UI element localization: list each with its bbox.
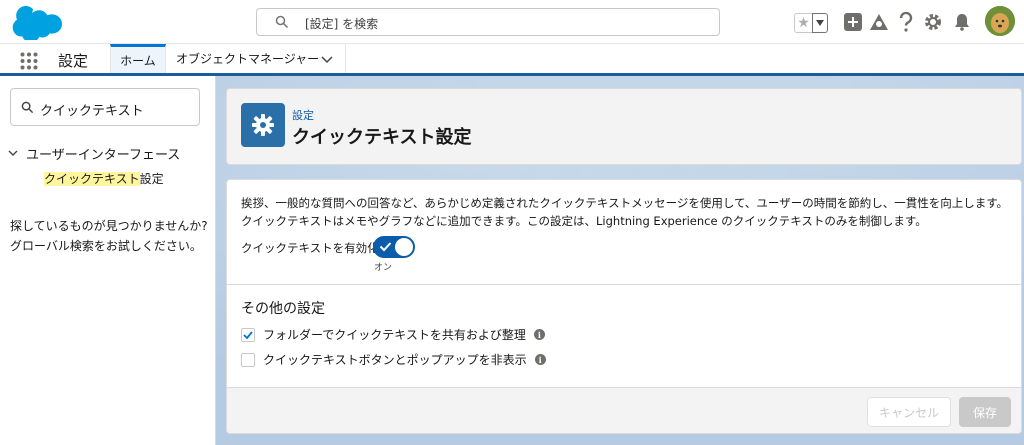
tree-item-user-interface[interactable]: ユーザーインターフェース [8, 144, 180, 163]
search-icon [275, 15, 289, 29]
search-icon [21, 101, 34, 114]
avatar[interactable] [985, 6, 1015, 36]
gear-icon[interactable] [923, 12, 943, 32]
quick-find-input[interactable]: クイックテキスト [10, 88, 200, 126]
search-highlight: クイックテキスト [44, 172, 140, 186]
toggle-knob [395, 238, 413, 256]
not-found-line2[interactable]: グローバル検索をお試しください。 [10, 236, 210, 256]
share-folders-label: フォルダーでクイックテキストを共有および整理 [263, 328, 526, 342]
tree-item-quick-text-settings[interactable]: クイックテキスト設定 [44, 170, 164, 187]
tree-item-label-rest: 設定 [139, 172, 164, 186]
global-search-input[interactable]: [設定] を検索 [256, 8, 720, 36]
info-icon[interactable]: i [534, 354, 546, 365]
section-title: その他の設定 [241, 301, 325, 317]
page-title: クイックテキスト設定 [292, 127, 472, 148]
hide-button-label: クイックテキストボタンとポップアップを非表示 [263, 353, 527, 367]
app-launcher-icon[interactable] [20, 52, 38, 70]
salesforce-logo[interactable] [11, 4, 63, 43]
app-name: 設定 [58, 52, 89, 70]
info-icon[interactable]: i [533, 329, 545, 340]
trailhead-icon[interactable] [869, 12, 889, 32]
favorites-menu-button[interactable] [812, 13, 828, 33]
enable-quick-text-toggle[interactable] [373, 236, 415, 258]
tab-object-manager[interactable]: オブジェクトマネージャー [166, 44, 346, 73]
chevron-down-icon[interactable] [8, 146, 18, 161]
check-icon [243, 330, 253, 339]
bell-icon[interactable] [952, 12, 972, 32]
not-found-line1: 探しているものが見つかりませんか? [10, 219, 208, 233]
divider [227, 284, 1021, 285]
favorites-star-icon[interactable]: ★ [794, 13, 812, 33]
page-header: 設定 クイックテキスト設定 [226, 88, 1022, 165]
help-icon[interactable] [896, 12, 916, 32]
tree-item-user-interface-label: ユーザーインターフェース [26, 148, 181, 163]
settings-card: 挨拶、一般的な質問への回答など、あらかじめ定義されたクイックテキストメッセージを… [226, 179, 1022, 434]
share-folders-checkbox[interactable] [241, 327, 255, 342]
favorites-group: ★ [794, 13, 830, 33]
chevron-down-icon [816, 20, 824, 26]
check-icon [379, 240, 392, 256]
context-bar: 設定 ホーム オブジェクトマネージャー [0, 44, 1024, 76]
search-placeholder: [設定] を検索 [305, 17, 379, 31]
save-button[interactable]: 保存 [959, 397, 1011, 427]
quick-find-value: クイックテキスト [40, 104, 144, 119]
hide-button-checkbox[interactable] [241, 352, 255, 367]
description-text: 挨拶、一般的な質問への回答など、あらかじめ定義されたクイックテキストメッセージを… [241, 196, 1009, 228]
checkbox-row-share-folders: フォルダーでクイックテキストを共有および整理 i [241, 326, 545, 343]
setup-sidebar: クイックテキスト ユーザーインターフェース クイックテキスト設定 探しているもの… [0, 76, 216, 445]
cancel-button[interactable]: キャンセル [867, 397, 951, 427]
checkbox-row-hide-button: クイックテキストボタンとポップアップを非表示 i [241, 351, 546, 368]
tab-home[interactable]: ホーム [110, 44, 166, 73]
add-icon[interactable] [843, 12, 863, 32]
toggle-state-label: オン [374, 263, 393, 273]
enable-toggle-label: クイックテキストを有効化 [241, 241, 379, 255]
global-header: [設定] を検索 ★ [0, 0, 1024, 44]
chevron-down-icon[interactable] [321, 53, 333, 67]
not-found-message: 探しているものが見つかりませんか? グローバル検索をお試しください。 [10, 216, 210, 256]
setup-gear-icon [241, 103, 285, 147]
card-footer: キャンセル 保存 [227, 387, 1021, 433]
tab-object-manager-label: オブジェクトマネージャー [176, 52, 320, 66]
tab-home-label: ホーム [120, 53, 156, 68]
breadcrumb[interactable]: 設定 [292, 107, 314, 123]
